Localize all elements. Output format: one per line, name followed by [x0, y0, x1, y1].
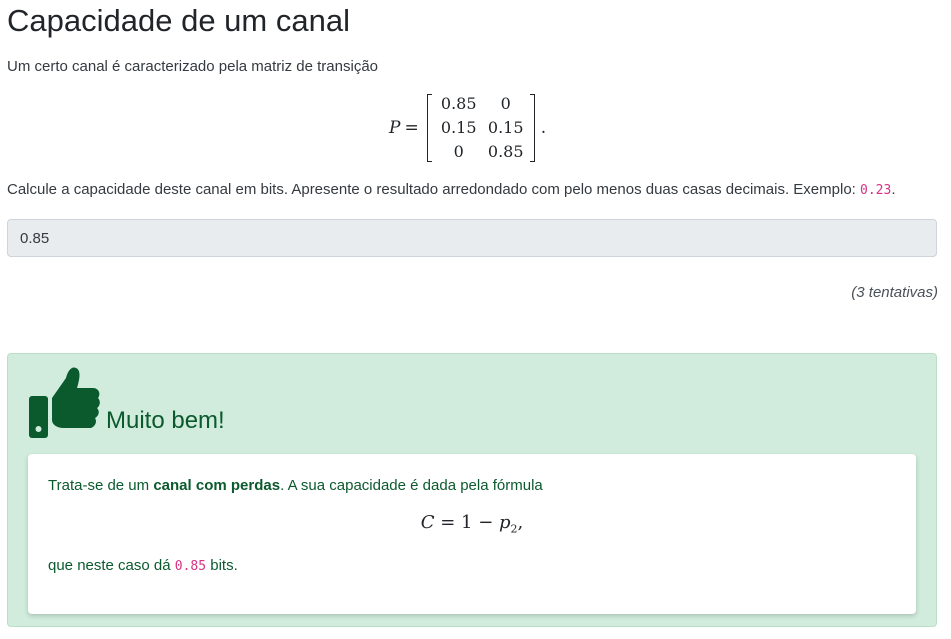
explanation-line: Trata-se de um canal com perdas. A sua c… [48, 476, 543, 496]
page: Capacidade de um canal Um certo canal é … [0, 0, 951, 639]
result-line: que neste caso dá 0.85 bits. [48, 556, 238, 577]
question-suffix: . [891, 181, 896, 198]
equals-sign: = [404, 118, 419, 138]
feedback-panel: Muito bem! Trata-se de um canal com perd… [7, 353, 937, 627]
matrix-cell: 0.15 [487, 118, 524, 137]
result-suffix: bits. [206, 557, 238, 574]
page-title: Capacidade de um canal [7, 3, 350, 38]
question-text: Calcule a capacidade deste canal em bits… [7, 180, 895, 201]
feedback-title: Muito bem! [106, 407, 225, 434]
capacity-formula: C = 1 − p2, [28, 512, 916, 536]
intro-text: Um certo canal é caracterizado pela matr… [7, 58, 379, 75]
explanation-card: Trata-se de um canal com perdas. A sua c… [28, 454, 916, 614]
channel-type-bold: canal com perdas [153, 477, 281, 494]
explanation-prefix: Trata-se de um [48, 477, 154, 494]
formula-subscript: 2 [510, 522, 518, 536]
matrix-cell: 0 [453, 142, 464, 161]
formula-end: , [517, 512, 524, 533]
matrix-cell: 0.85 [440, 94, 477, 113]
question-prompt: Calcule a capacidade deste canal em bits… [7, 181, 860, 198]
attempts-counter: (3 tentativas) [851, 284, 938, 301]
right-bracket [529, 94, 535, 162]
matrix-cell: 0.85 [487, 142, 524, 161]
transition-matrix: 0.85 0 0.15 0.15 0 0.85 [432, 92, 530, 164]
answer-input[interactable] [7, 219, 937, 257]
result-prefix: que neste caso dá [48, 557, 175, 574]
formula-lhs: C [420, 512, 435, 533]
matrix-cell: 0.15 [440, 118, 477, 137]
example-code: 0.23 [860, 183, 892, 198]
matrix-symbol: P [389, 118, 401, 138]
matrix-cell: 0 [500, 94, 511, 113]
explanation-suffix: . A sua capacidade é dada pela fórmula [280, 477, 543, 494]
formula-mid: = 1 − [434, 512, 500, 533]
formula-var: p [499, 512, 511, 533]
result-code: 0.85 [174, 559, 207, 574]
transition-matrix-equation: P = 0.85 0 0.15 0.15 0 0.85 . [389, 93, 546, 163]
thumbs-up-icon [28, 364, 102, 443]
matrix-period: . [540, 118, 547, 138]
